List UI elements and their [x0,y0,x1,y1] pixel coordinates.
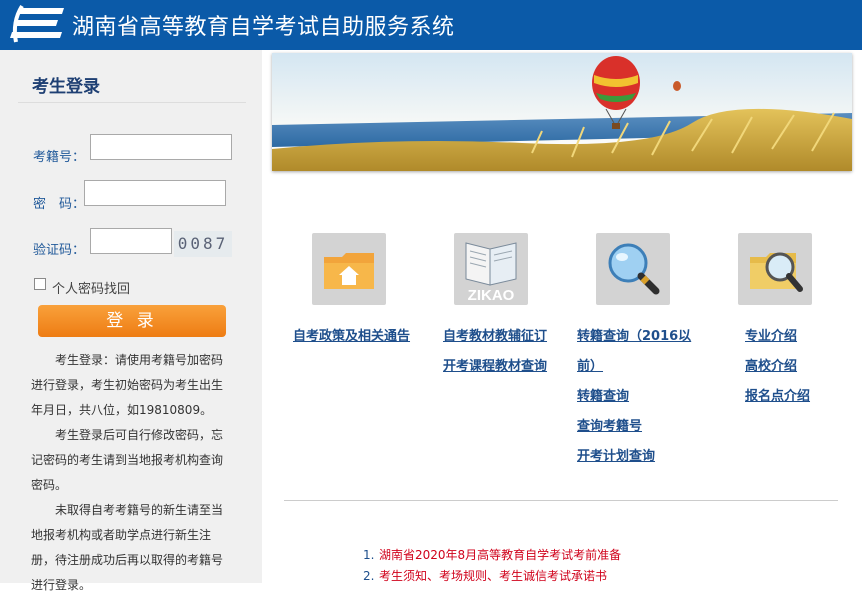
folder-search-icon [750,252,803,292]
link-exam-plan[interactable]: 开考计划查询 [577,445,655,464]
notice-number: 2. [363,569,375,583]
header-bar: 湖南省高等教育自学考试自助服务系统 [0,0,862,50]
banner-image [272,53,852,171]
transfer-tile[interactable] [596,233,670,305]
divider [18,102,246,103]
login-panel: 考生登录 考籍号： 密 码： 验证码： 0087 个人密码找回 登 录 考生登录… [0,50,262,592]
zikao-book-icon: ZIKAO [465,242,517,304]
login-notes: 考生登录：请使用考籍号加密码进行登录，考生初始密码为考生出生年月日，共八位，如1… [31,348,227,598]
login-heading: 考生登录 [32,77,100,97]
notice-text[interactable]: 考生须知、考场规则、考生诚信考试承诺书 [379,569,607,583]
password-input[interactable] [84,180,226,206]
divider [284,500,838,501]
notice-text[interactable]: 湖南省2020年8月高等教育自学考试考前准备 [379,548,621,562]
note-paragraph: 考生登录：请使用考籍号加密码进行登录，考生初始密码为考生出生年月日，共八位，如1… [31,353,224,417]
app-title: 湖南省高等教育自学考试自助服务系统 [72,15,455,40]
recover-checkbox[interactable] [34,278,46,290]
notice-item[interactable]: 2. 考生须知、考场规则、考生诚信考试承诺书 [363,567,607,584]
link-transfer-2016[interactable]: 转籍查询（2016以 [577,325,691,344]
logo-icon [10,4,64,43]
zikao-text: ZIKAO [468,287,515,304]
recover-label: 个人密码找回 [52,282,131,297]
link-transfer[interactable]: 转籍查询 [577,385,629,404]
policy-tile[interactable] [312,233,386,305]
note-paragraph: 考生登录后可自行修改密码，忘记密码的考生请到当地报考机构查询密码。 [31,428,224,492]
link-transfer-2016-cont[interactable]: 前） [577,355,603,374]
notice-number: 1. [363,548,375,562]
textbook-tile[interactable]: ZIKAO [454,233,528,305]
folder-home-icon [324,253,374,289]
password-label: 密 码： [33,197,86,212]
exam-no-label: 考籍号： [33,150,86,165]
captcha-image[interactable]: 0087 [174,231,232,257]
link-textbook-order[interactable]: 自考教材教辅征订 [443,325,547,344]
link-registration-site[interactable]: 报名点介绍 [745,385,810,404]
captcha-label: 验证码： [33,243,86,258]
exam-no-input[interactable] [90,134,232,160]
link-major[interactable]: 专业介绍 [745,325,797,344]
captcha-input[interactable] [90,228,172,254]
major-tile[interactable] [738,233,812,305]
link-query-exam-no[interactable]: 查询考籍号 [577,415,642,434]
login-button[interactable]: 登 录 [38,305,226,337]
notice-item[interactable]: 1. 湖南省2020年8月高等教育自学考试考前准备 [363,546,621,563]
link-course-textbook[interactable]: 开考课程教材查询 [443,355,547,374]
link-policy[interactable]: 自考政策及相关通告 [293,325,410,344]
note-paragraph: 未取得自考考籍号的新生请至当地报考机构或者助学点进行新生注册，待注册成功后再以取… [31,503,224,592]
magnifier-icon [608,243,660,295]
link-college[interactable]: 高校介绍 [745,355,797,374]
